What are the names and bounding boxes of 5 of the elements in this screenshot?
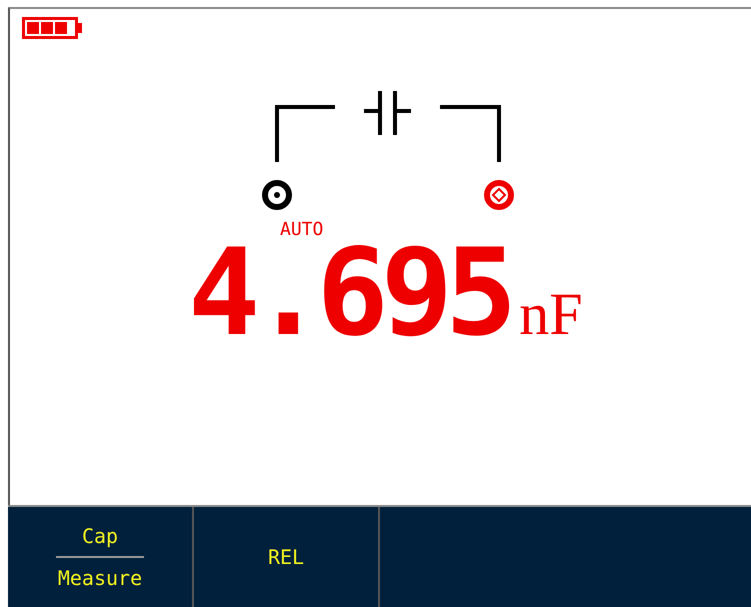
terminal-icon: [262, 180, 292, 210]
battery-icon: [22, 17, 84, 39]
measurement-unit: nF: [519, 284, 583, 344]
terminal-icon: [484, 180, 514, 210]
capacitor-icon: [364, 91, 411, 135]
